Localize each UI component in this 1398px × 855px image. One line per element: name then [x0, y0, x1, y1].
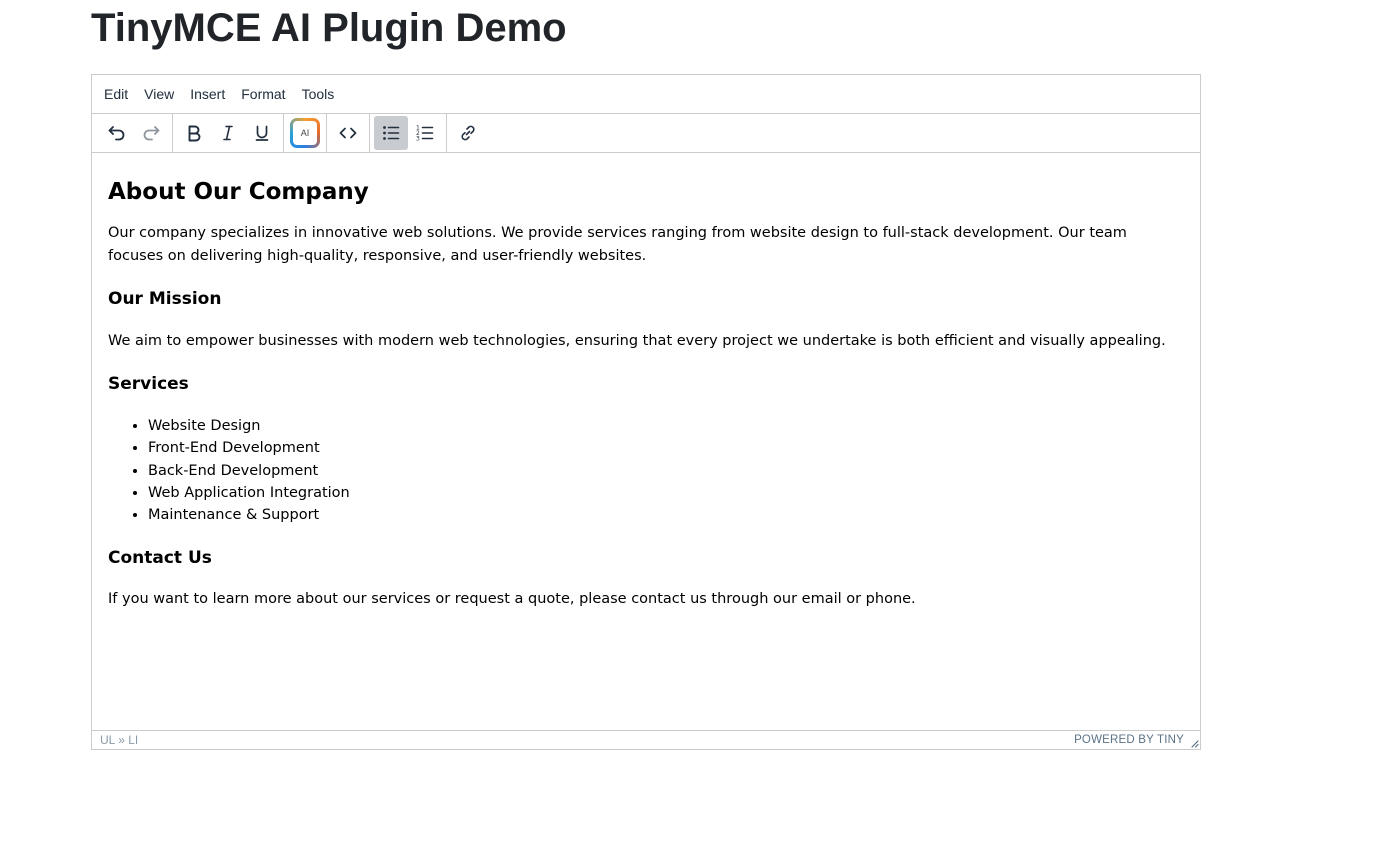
- ai-label: AI: [300, 128, 310, 138]
- code-icon: [339, 127, 357, 139]
- mission-heading: Our Mission: [108, 289, 222, 309]
- toolbar: AI 1 2 3: [92, 113, 1200, 153]
- history-group: [96, 113, 173, 153]
- menu-format[interactable]: Format: [233, 80, 293, 108]
- link-group: [447, 114, 489, 153]
- powered-by-link[interactable]: POWERED BY TINY: [1074, 734, 1192, 746]
- ai-icon: AI: [290, 118, 320, 148]
- element-path[interactable]: UL » LI: [100, 733, 138, 747]
- contact-paragraph: If you want to learn more about our serv…: [108, 591, 916, 608]
- bold-button[interactable]: [177, 116, 211, 150]
- ai-assistant-button[interactable]: AI: [288, 116, 322, 150]
- link-icon: [461, 125, 475, 141]
- redo-button[interactable]: [134, 116, 168, 150]
- mission-paragraph: We aim to empower businesses with modern…: [108, 333, 1166, 349]
- ai-group: AI: [284, 113, 327, 153]
- underline-button[interactable]: [245, 116, 279, 150]
- italic-button[interactable]: [211, 116, 245, 150]
- svg-text:3: 3: [416, 136, 420, 143]
- intro-paragraph: Our company specializes in innovative we…: [108, 225, 1127, 264]
- list-item: Maintenance & Support: [148, 504, 1184, 526]
- page-title: TinyMCE AI Plugin Demo: [91, 6, 567, 50]
- services-list: Website Design Front-End Development Bac…: [108, 415, 1184, 526]
- statusbar: UL » LI POWERED BY TINY: [92, 730, 1200, 749]
- undo-icon: [108, 126, 125, 141]
- menu-edit[interactable]: Edit: [96, 80, 136, 108]
- menu-insert[interactable]: Insert: [182, 80, 233, 108]
- list-group: 1 2 3: [370, 113, 447, 153]
- bold-icon: [188, 125, 201, 142]
- numbered-list-icon: 1 2 3: [416, 125, 434, 143]
- menu-view[interactable]: View: [136, 80, 182, 108]
- menu-tools[interactable]: Tools: [294, 80, 343, 108]
- content-heading: About Our Company: [108, 179, 369, 205]
- editor-content-area[interactable]: About Our Company Our company specialize…: [92, 154, 1200, 732]
- underline-icon: [255, 125, 269, 141]
- list-item: Web Application Integration: [148, 482, 1184, 504]
- contact-heading: Contact Us: [108, 548, 212, 569]
- menubar: Edit View Insert Format Tools: [92, 75, 1200, 114]
- bullet-list-button[interactable]: [374, 116, 408, 150]
- source-code-button[interactable]: [331, 116, 365, 150]
- undo-button[interactable]: [100, 116, 134, 150]
- list-item: Front-End Development: [148, 437, 1184, 459]
- bullet-list-icon: [383, 126, 400, 140]
- resize-handle-icon[interactable]: [1189, 738, 1199, 748]
- insert-link-button[interactable]: [451, 116, 485, 150]
- format-group: [173, 113, 284, 153]
- numbered-list-button[interactable]: 1 2 3: [408, 116, 442, 150]
- code-group: [327, 113, 370, 153]
- list-item: Back-End Development: [148, 460, 1184, 482]
- rich-text-editor: Edit View Insert Format Tools AI 1 2 3 A…: [91, 74, 1201, 750]
- redo-icon: [143, 126, 160, 141]
- list-item: Website Design: [148, 415, 1184, 437]
- italic-icon: [223, 125, 233, 141]
- services-heading: Services: [108, 374, 189, 394]
